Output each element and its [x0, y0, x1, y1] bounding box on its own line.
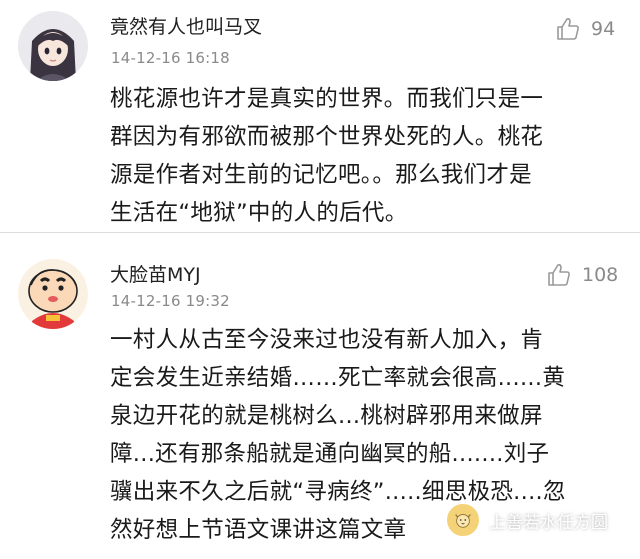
user-avatar[interactable] — [18, 11, 88, 81]
watermark: 上善若水任方圆 — [445, 502, 608, 538]
comment-line: 泉边开花的就是桃树么...桃树辟邪用来做屏 — [110, 403, 543, 429]
comment-line: 桃花源也许才是真实的世界。而我们只是一 — [110, 86, 544, 112]
comment-line: 群因为有邪欲而被那个世界处死的人。桃花 — [110, 124, 544, 150]
comment-timestamp: 14-12-16 16:18 — [111, 49, 230, 67]
username[interactable]: 大脸苗MYJ — [110, 260, 201, 287]
comment-divider — [0, 232, 640, 233]
comment-line: 障...还有那条船就是通向幽冥的船.......刘子 — [110, 441, 550, 467]
watermark-text: 上善若水任方圆 — [489, 512, 608, 533]
thumbs-up-icon — [557, 18, 579, 40]
comment-body: 桃花源也许才是真实的世界。而我们只是一 群因为有邪欲而被那个世界处死的人。桃花 … — [110, 80, 610, 232]
comment-line: 生活在“地狱”中的人的后代。 — [110, 200, 408, 226]
comment-item: 竟然有人也叫马叉 14-12-16 16:18 94 桃花源也许才是真实的世界。… — [0, 0, 640, 233]
anime-girl-avatar-icon — [18, 11, 88, 81]
thumbs-up-icon — [548, 264, 570, 286]
username[interactable]: 竟然有人也叫马叉 — [110, 12, 262, 39]
comment-timestamp: 14-12-16 19:32 — [111, 292, 230, 310]
like-button[interactable]: 108 — [546, 262, 618, 288]
comment-line: 定会发生近亲结婚……死亡率就会很高......黄 — [110, 365, 566, 391]
crayon-shinchan-avatar-icon — [18, 259, 88, 329]
comment-line: 源是作者对生前的记忆吧。。那么我们才是 — [110, 162, 532, 188]
like-button[interactable]: 94 — [555, 16, 615, 42]
user-avatar[interactable] — [18, 259, 88, 329]
comment-line: 一村人从古至今没来过也没有新人加入，肯 — [110, 327, 544, 353]
cat-face-icon — [445, 502, 481, 538]
like-count: 108 — [582, 264, 619, 286]
like-count: 94 — [591, 18, 616, 40]
